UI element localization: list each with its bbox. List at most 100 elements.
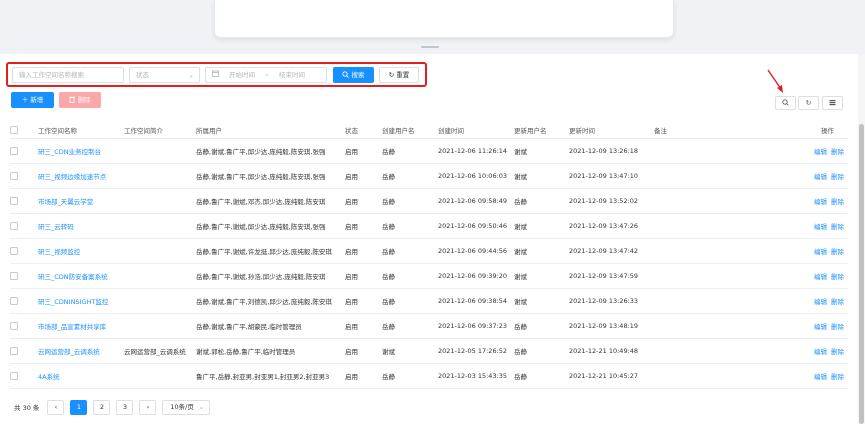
row-checkbox-cell[interactable] bbox=[10, 363, 38, 389]
page-size-select[interactable]: 10条/页 ⌄ bbox=[162, 399, 211, 415]
edit-link[interactable]: 编辑 bbox=[814, 248, 827, 256]
header-status: 状态 bbox=[345, 122, 382, 139]
users: 岳静,谢斌,鲁广平,邱少达,庞纯毅,陈安琪,张强 bbox=[196, 138, 345, 164]
start-date-input[interactable]: 开始时间 bbox=[222, 68, 262, 82]
date-range-picker[interactable]: 开始时间 ~ 结束时间 bbox=[205, 67, 327, 83]
row-checkbox[interactable] bbox=[10, 321, 18, 330]
row-checkbox-cell[interactable] bbox=[10, 163, 38, 189]
row-checkbox[interactable] bbox=[10, 346, 18, 355]
refresh-button[interactable]: ↻ bbox=[798, 96, 819, 110]
workspace-name[interactable]: 研三_CDNINSIGHT监控 bbox=[38, 288, 124, 314]
row-checkbox-cell[interactable] bbox=[10, 188, 38, 214]
row-checkbox-cell[interactable] bbox=[10, 213, 38, 239]
table-row[interactable]: 4A系统 鲁广平,岳静,封亚男,封亚男1,封亚男2,封亚男3 启用 岳静 2021-12… bbox=[10, 363, 848, 389]
workspace-name[interactable]: 研三_视频边缘加速节点 bbox=[38, 163, 124, 189]
end-date-input[interactable]: 结束时间 bbox=[272, 68, 312, 82]
page-1-button[interactable]: 1 bbox=[70, 399, 88, 415]
created-time: 2021-12-06 09:39:20 bbox=[438, 263, 514, 289]
delete-link[interactable]: 删除 bbox=[831, 173, 844, 181]
delete-link[interactable]: 删除 bbox=[831, 323, 844, 331]
edit-link[interactable]: 编辑 bbox=[814, 373, 827, 381]
edit-link[interactable]: 编辑 bbox=[814, 173, 827, 181]
table-row[interactable]: 云网运营部_云调系统 云网运营部_云调系统 谢斌,郭松,岳静,鲁广平,临时管理员 启用… bbox=[10, 338, 848, 364]
popup-panel bbox=[214, 0, 674, 38]
row-checkbox[interactable] bbox=[10, 171, 18, 180]
workspace-name-input-wrap[interactable] bbox=[12, 67, 124, 83]
status: 启用 bbox=[345, 188, 382, 214]
table-row[interactable]: 研三_视频边缘加速节点 岳静,谢斌,鲁广平,邱少达,庞纯毅,陈安琪,张强 启用 岳静 2… bbox=[10, 163, 848, 189]
table-row[interactable]: 研三_CDN防安备案系统 岳静,鲁广平,谢斌,孙浩,邱少达,庞纯毅,陈安琪 启用 岳静… bbox=[10, 263, 848, 289]
workspace-name[interactable]: 研三_云转码 bbox=[38, 213, 124, 239]
row-checkbox-cell[interactable] bbox=[10, 138, 38, 164]
add-button[interactable]: ＋ 新增 bbox=[11, 92, 54, 108]
toggle-search-button[interactable] bbox=[775, 96, 796, 110]
scrollbar-thumb[interactable] bbox=[859, 124, 864, 424]
row-checkbox-cell[interactable] bbox=[10, 288, 38, 314]
select-all-checkbox-cell[interactable] bbox=[10, 122, 38, 139]
table-row[interactable]: 研三_云转码 岳静,鲁广平,谢斌,邱少达,庞纯毅,陈安琪,张强 启用 岳静 2021-1… bbox=[10, 213, 848, 239]
row-checkbox[interactable] bbox=[10, 146, 18, 155]
updated-time: 2021-12-09 13:47:26 bbox=[569, 213, 654, 239]
delete-link[interactable]: 删除 bbox=[831, 148, 844, 156]
row-checkbox-cell[interactable] bbox=[10, 263, 38, 289]
edit-link[interactable]: 编辑 bbox=[814, 298, 827, 306]
delete-link[interactable]: 删除 bbox=[831, 373, 844, 381]
search-button[interactable]: 搜索 bbox=[333, 67, 374, 83]
status: 启用 bbox=[345, 313, 382, 339]
delete-link[interactable]: 删除 bbox=[831, 248, 844, 256]
row-checkbox[interactable] bbox=[10, 271, 18, 280]
updater: 谢斌 bbox=[514, 163, 569, 189]
page-2-button[interactable]: 2 bbox=[93, 399, 111, 415]
remark bbox=[654, 363, 796, 389]
workspace-name[interactable]: 云网运营部_云调系统 bbox=[38, 338, 124, 364]
row-checkbox[interactable] bbox=[10, 296, 18, 305]
delete-link[interactable]: 删除 bbox=[831, 298, 844, 306]
row-checkbox[interactable] bbox=[10, 196, 18, 205]
workspace-name[interactable]: 市场部_天翼云学堂 bbox=[38, 188, 124, 214]
columns-button[interactable] bbox=[822, 96, 843, 110]
scrollbar[interactable] bbox=[858, 54, 865, 424]
page-3-button[interactable]: 3 bbox=[116, 399, 134, 415]
workspace-name[interactable]: 研三_CDN业务控制台 bbox=[38, 138, 124, 164]
row-checkbox[interactable] bbox=[10, 221, 18, 230]
created-time: 2021-12-06 10:06:03 bbox=[438, 163, 514, 189]
workspace-name-input[interactable] bbox=[19, 68, 123, 82]
edit-link[interactable]: 编辑 bbox=[814, 223, 827, 231]
prev-page-button[interactable]: ‹ bbox=[47, 399, 65, 415]
users: 谢斌,郭松,岳静,鲁广平,临时管理员 bbox=[196, 338, 345, 364]
delete-link[interactable]: 删除 bbox=[831, 198, 844, 206]
updater: 谢斌 bbox=[514, 213, 569, 239]
row-checkbox[interactable] bbox=[10, 246, 18, 255]
drag-handle[interactable] bbox=[421, 46, 439, 48]
status-select[interactable]: 状态 ⌄ bbox=[129, 67, 200, 83]
workspace-name[interactable]: 研三_视频监控 bbox=[38, 238, 124, 264]
edit-link[interactable]: 编辑 bbox=[814, 348, 827, 356]
table-row[interactable]: 市场部_品宣素材共享库 岳静,谢斌,鲁广平,胡豪民,临时管理员 启用 岳静 2021-1… bbox=[10, 313, 848, 339]
updated-time: 2021-12-09 13:48:19 bbox=[569, 313, 654, 339]
reset-button[interactable]: ↻ 重置 bbox=[379, 67, 419, 83]
row-checkbox-cell[interactable] bbox=[10, 238, 38, 264]
edit-link[interactable]: 编辑 bbox=[814, 273, 827, 281]
workspace-name[interactable]: 市场部_品宣素材共享库 bbox=[38, 313, 124, 339]
row-checkbox-cell[interactable] bbox=[10, 338, 38, 364]
edit-link[interactable]: 编辑 bbox=[814, 198, 827, 206]
table-row[interactable]: 研三_视频监控 岳静,鲁广平,谢斌,许龙挺,邱少达,庞纯毅,陈安琪 启用 岳静 2021… bbox=[10, 238, 848, 264]
delete-link[interactable]: 删除 bbox=[831, 273, 844, 281]
batch-delete-button[interactable]: 删除 bbox=[59, 92, 101, 108]
delete-link[interactable]: 删除 bbox=[831, 223, 844, 231]
select-all-checkbox[interactable] bbox=[10, 125, 18, 134]
creator: 岳静 bbox=[382, 213, 438, 239]
table-row[interactable]: 研三_CDN业务控制台 岳静,谢斌,鲁广平,邱少达,庞纯毅,陈安琪,张强 启用 岳静 2… bbox=[10, 138, 848, 164]
workspace-name[interactable]: 4A系统 bbox=[38, 363, 124, 389]
delete-link[interactable]: 删除 bbox=[831, 348, 844, 356]
next-page-button[interactable]: › bbox=[139, 399, 157, 415]
table-row[interactable]: 研三_CDNINSIGHT监控 岳静,谢斌,鲁广平,刘德凯,邱少达,庞纯毅,陈安琪… bbox=[10, 288, 848, 314]
edit-link[interactable]: 编辑 bbox=[814, 323, 827, 331]
row-checkbox[interactable] bbox=[10, 371, 18, 380]
table-header-row: 工作空间名称 工作空间简介 所属用户 状态 创建用户名 创建时间 更新用户名 更… bbox=[10, 122, 848, 139]
row-checkbox-cell[interactable] bbox=[10, 313, 38, 339]
table-row[interactable]: 市场部_天翼云学堂 岳静,鲁广平,谢斌,邓杰,邱少达,庞纯毅,陈安琪 启用 岳静 202… bbox=[10, 188, 848, 214]
workspace-name[interactable]: 研三_CDN防安备案系统 bbox=[38, 263, 124, 289]
plus-icon: ＋ bbox=[21, 96, 29, 104]
edit-link[interactable]: 编辑 bbox=[814, 148, 827, 156]
